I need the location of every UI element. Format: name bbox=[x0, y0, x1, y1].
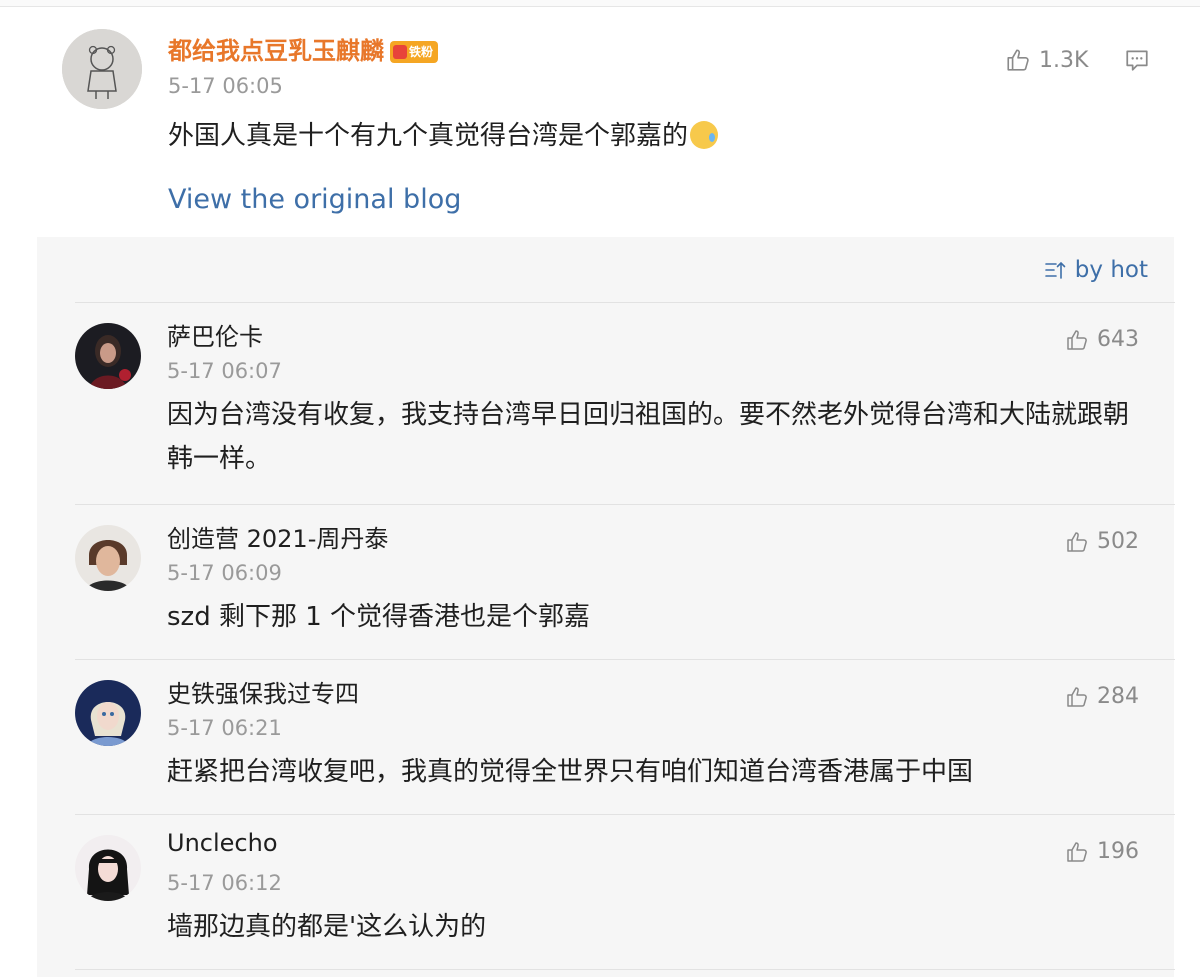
comment-text: 赶紧把台湾收复吧，我真的觉得全世界只有咱们知道台湾香港属于中国 bbox=[167, 757, 974, 787]
post-body: 外国人真是十个有九个真觉得台湾是个郭嘉的 bbox=[168, 115, 719, 152]
comment-item: 创造营 2021-周丹泰 5-17 06:09 szd 剩下那 1 个觉得香港也… bbox=[37, 505, 1174, 659]
comment-like-count: 284 bbox=[1097, 684, 1139, 709]
sort-by-hot-button[interactable]: by hot bbox=[1043, 257, 1148, 283]
comment-author-name[interactable]: Unclecho bbox=[167, 829, 278, 857]
fan-badge-label: 铁粉 bbox=[409, 45, 434, 59]
top-divider bbox=[0, 0, 1200, 7]
comment-like-button[interactable]: 284 bbox=[1065, 684, 1139, 709]
comment-like-count: 196 bbox=[1097, 839, 1139, 864]
comment-author-name[interactable]: 创造营 2021-周丹泰 bbox=[167, 519, 388, 554]
comment-like-button[interactable]: 643 bbox=[1065, 327, 1139, 352]
post-like-count: 1.3K bbox=[1039, 47, 1089, 73]
post-author-name[interactable]: 都给我点豆乳玉麒麟 铁粉 bbox=[168, 31, 439, 66]
comment-like-button[interactable]: 196 bbox=[1065, 839, 1139, 864]
divider bbox=[75, 969, 1175, 970]
comment-like-button[interactable]: 502 bbox=[1065, 529, 1139, 554]
comment-author-avatar[interactable] bbox=[75, 323, 141, 389]
comment-author-name[interactable]: 史铁强保我过专四 bbox=[167, 674, 359, 709]
comment-item: 史铁强保我过专四 5-17 06:21 赶紧把台湾收复吧，我真的觉得全世界只有咱… bbox=[37, 660, 1174, 814]
post-author-name-text[interactable]: 都给我点豆乳玉麒麟 bbox=[168, 37, 384, 65]
comment-text: 因为台湾没有收复，我支持台湾早日回归祖国的。要不然老外觉得台湾和大陆就跟朝韩一样… bbox=[167, 400, 1130, 474]
comment-timestamp: 5-17 06:12 bbox=[167, 871, 282, 895]
view-original-blog-link[interactable]: View the original blog bbox=[168, 184, 461, 215]
thumbs-up-icon bbox=[1067, 531, 1087, 552]
thumbs-up-icon bbox=[1007, 49, 1029, 71]
comment-author-avatar[interactable] bbox=[75, 525, 141, 591]
comment-like-count: 502 bbox=[1097, 529, 1139, 554]
emoji-sweat-icon bbox=[690, 120, 719, 149]
comment-timestamp: 5-17 06:07 bbox=[167, 359, 282, 383]
comment-timestamp: 5-17 06:09 bbox=[167, 561, 282, 585]
main-post: 都给我点豆乳玉麒麟 铁粉 5-17 06:05 外国人真是十个有九个真觉得台湾是个… bbox=[0, 7, 1200, 237]
post-like-button[interactable]: 1.3K bbox=[1005, 47, 1088, 73]
comment-author-avatar[interactable] bbox=[75, 680, 141, 746]
comment-icon[interactable] bbox=[1124, 47, 1150, 73]
thumbs-up-icon bbox=[1067, 841, 1087, 862]
post-author-avatar[interactable] bbox=[62, 29, 142, 109]
thumbs-up-icon bbox=[1067, 686, 1087, 707]
comment-item: 萨巴伦卡 5-17 06:07 因为台湾没有收复，我支持台湾早日回归祖国的。要不… bbox=[37, 303, 1174, 503]
post-body-text: 外国人真是十个有九个真觉得台湾是个郭嘉的 bbox=[168, 121, 689, 151]
fan-badge-icon: 铁粉 bbox=[390, 41, 439, 63]
comment-text: 墙那边真的都是'这么认为的 bbox=[167, 912, 487, 942]
comment-author-name[interactable]: 萨巴伦卡 bbox=[167, 317, 263, 352]
thumbs-up-icon bbox=[1067, 329, 1087, 350]
comments-panel: by hot 萨巴伦卡 5-17 06:07 因为台湾没有收复，我支持台湾早日回… bbox=[37, 237, 1175, 977]
sort-icon bbox=[1044, 261, 1066, 279]
comment-item: Unclecho 5-17 06:12 墙那边真的都是'这么认为的 196 bbox=[37, 815, 1174, 969]
comment-text: szd 剩下那 1 个觉得香港也是个郭嘉 bbox=[167, 602, 591, 632]
post-timestamp: 5-17 06:05 bbox=[168, 74, 283, 98]
sort-label[interactable]: by hot bbox=[1075, 257, 1148, 283]
crown-icon bbox=[393, 44, 407, 59]
comment-timestamp: 5-17 06:21 bbox=[167, 716, 282, 740]
comment-like-count: 643 bbox=[1097, 327, 1139, 352]
comment-author-avatar[interactable] bbox=[75, 835, 141, 901]
